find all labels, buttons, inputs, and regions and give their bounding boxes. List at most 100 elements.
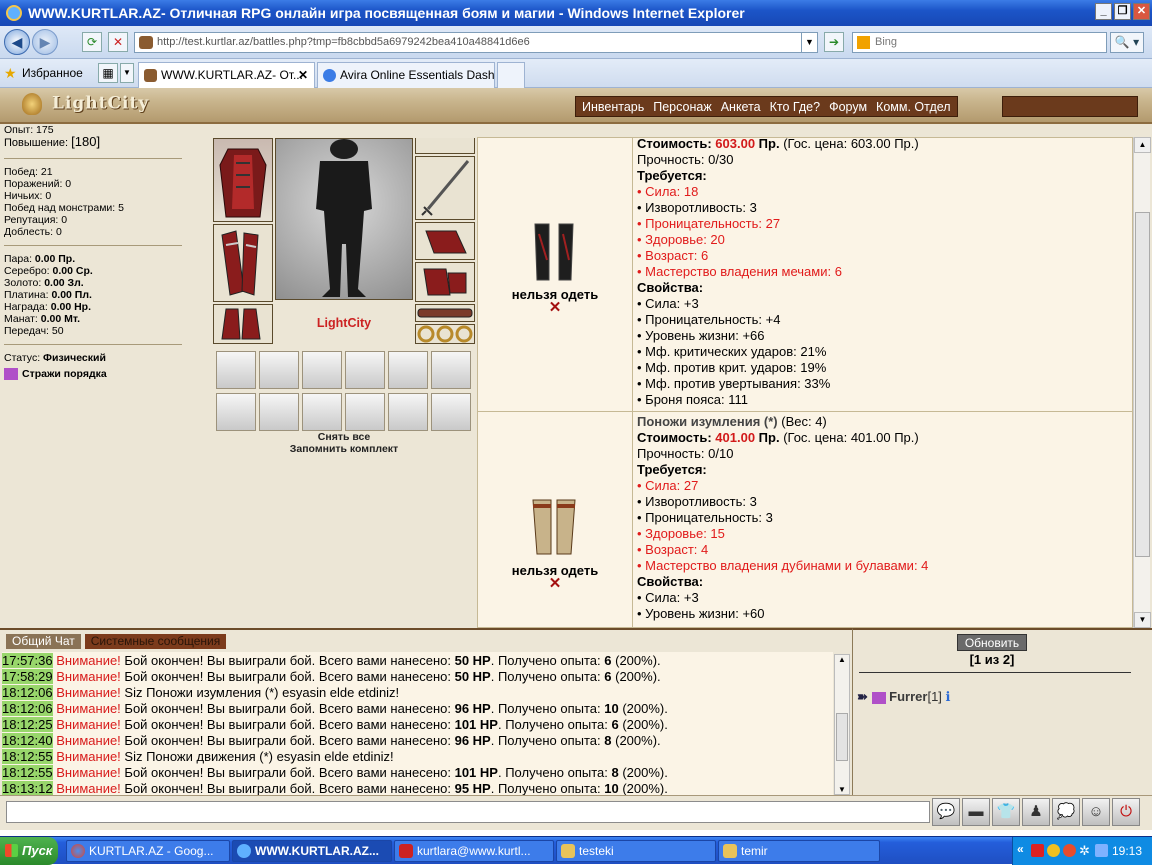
fight-icon[interactable]: ♟ — [1022, 798, 1050, 826]
empty-slot[interactable] — [388, 351, 428, 389]
scroll-up-icon[interactable]: ▲ — [1134, 137, 1151, 153]
site-favicon-icon — [139, 36, 153, 49]
start-button[interactable]: Пуск — [0, 837, 58, 865]
menu-character[interactable]: Персонаж — [653, 100, 711, 114]
search-input[interactable]: Bing — [852, 32, 1107, 53]
tray-expand-icon[interactable]: « — [1017, 842, 1024, 856]
search-button[interactable]: 🔍 ▾ — [1110, 32, 1144, 53]
whisper-icon[interactable]: ➽ — [857, 689, 868, 704]
weapon-slot[interactable] — [415, 156, 475, 220]
empty-slot[interactable] — [216, 393, 256, 431]
empty-slot[interactable] — [302, 351, 342, 389]
quick-tabs-icon[interactable]: ▦ — [98, 63, 118, 83]
chat-scrollbar[interactable]: ▲ ▼ — [834, 654, 850, 795]
minimize-button[interactable]: _ — [1095, 3, 1112, 20]
new-tab-button[interactable] — [497, 62, 525, 88]
tool-icon[interactable]: ✲ — [1079, 844, 1092, 857]
tab-general-chat[interactable]: Общий Чат — [6, 634, 81, 649]
scroll-thumb[interactable] — [836, 713, 848, 761]
maximize-button[interactable]: ❐ — [1114, 3, 1131, 20]
chat-text: . Получено опыта: — [490, 669, 601, 684]
menu-who-where[interactable]: Кто Где? — [770, 100, 820, 114]
taskbar-item[interactable]: kurtlara@www.kurtl... — [394, 840, 554, 862]
scroll-down-icon[interactable]: ▼ — [835, 785, 849, 794]
stop-icon[interactable]: ✕ — [108, 32, 128, 52]
scroll-up-icon[interactable]: ▲ — [835, 655, 849, 664]
tab-kurtlar[interactable]: WWW.KURTLAR.AZ- От... ✕ — [138, 62, 315, 88]
taskbar-item[interactable]: temir — [718, 840, 880, 862]
folder-icon — [723, 844, 737, 858]
smiley-icon[interactable]: ☺ — [1082, 798, 1110, 826]
info-icon[interactable]: ℹ — [946, 689, 951, 704]
tab-avira[interactable]: Avira Online Essentials Dash... — [317, 62, 495, 88]
close-button[interactable]: ✕ — [1133, 3, 1150, 20]
helmet-slot[interactable] — [415, 138, 475, 154]
game-logo[interactable]: LightCity — [22, 93, 149, 115]
chat-tabs: Общий Чат Системные сообщения — [6, 634, 227, 649]
empty-slot[interactable] — [388, 393, 428, 431]
media-icon[interactable] — [1063, 844, 1076, 857]
taskbar-item[interactable]: KURTLAR.AZ - Goog... — [66, 840, 230, 862]
chat-line: 18:12:06 Внимание! Бой окончен! Вы выигр… — [2, 701, 833, 717]
belt-slot[interactable] — [415, 304, 475, 322]
menu-forum[interactable]: Форум — [829, 100, 867, 114]
item-list-scrollbar[interactable]: ▲ ▼ — [1133, 137, 1151, 628]
item-cost: Стоимость: 401.00 Пр. (Гос. цена: 401.00… — [637, 430, 919, 445]
chat-text: Бой окончен! Вы выиграли бой. Всего вами… — [124, 765, 451, 780]
taskbar-item[interactable]: testeki — [556, 840, 716, 862]
divider — [4, 158, 182, 159]
favorites-button[interactable]: ★ Избранное — [4, 65, 83, 81]
empty-slot[interactable] — [259, 351, 299, 389]
forward-button[interactable]: ▶ — [32, 29, 58, 55]
refresh-button[interactable]: Обновить — [957, 634, 1027, 651]
boots-slot[interactable] — [213, 304, 273, 344]
tab-close-icon[interactable]: ✕ — [298, 63, 308, 87]
empty-slot[interactable] — [345, 393, 385, 431]
empty-slot[interactable] — [216, 351, 256, 389]
url-field[interactable]: http://test.kurtlar.az/battles.php?tmp=f… — [134, 32, 818, 53]
chrome-tray-icon[interactable] — [1047, 844, 1060, 857]
network-icon[interactable] — [1095, 844, 1108, 857]
empty-slot[interactable] — [302, 393, 342, 431]
item-prop: • Уровень жизни: +66 — [637, 328, 765, 343]
inventory-icon[interactable]: 👕 — [992, 798, 1020, 826]
menu-inventory[interactable]: Инвентарь — [582, 100, 644, 114]
refresh-icon[interactable]: ⟳ — [82, 32, 102, 52]
taskbar-item[interactable]: WWW.KURTLAR.AZ... — [232, 840, 392, 862]
empty-slot[interactable] — [431, 351, 471, 389]
empty-slot[interactable] — [259, 393, 299, 431]
unequip-all-link[interactable]: Снять все — [212, 431, 476, 443]
tab-system-messages[interactable]: Системные сообщения — [84, 634, 227, 649]
game-header: LightCity Инвентарь Персонаж Анкета Кто … — [0, 88, 1152, 124]
gloves-slot[interactable] — [415, 222, 475, 260]
antivirus-icon[interactable] — [1031, 844, 1044, 857]
go-button[interactable]: ➔ — [824, 32, 844, 52]
menu-profile[interactable]: Анкета — [721, 100, 761, 114]
url-dropdown-icon[interactable]: ▼ — [801, 33, 817, 52]
clear-icon[interactable]: ▬ — [962, 798, 990, 826]
armor-slot[interactable] — [213, 138, 273, 222]
save-set-link[interactable]: Запомнить комплект — [212, 443, 476, 455]
empty-slot[interactable] — [431, 393, 471, 431]
player-name[interactable]: Furrer — [889, 689, 927, 704]
chat-input[interactable] — [6, 801, 930, 823]
chat-line: 17:58:29 Внимание! Бой окончен! Вы выигр… — [2, 669, 833, 685]
menu-commercial[interactable]: Комм. Отдел — [876, 100, 951, 114]
chat-line: 18:13:12 Внимание! Бой окончен! Вы выигр… — [2, 781, 833, 795]
bracers-slot[interactable] — [213, 224, 273, 302]
scroll-thumb[interactable] — [1135, 212, 1150, 557]
divider — [4, 245, 182, 246]
item-name[interactable]: Поножи изумления (*) — [637, 414, 778, 429]
scroll-down-icon[interactable]: ▼ — [1134, 612, 1151, 628]
speech-icon[interactable]: 💭 — [1052, 798, 1080, 826]
empty-slot[interactable] — [345, 351, 385, 389]
gauntlets-slot[interactable] — [415, 262, 475, 302]
tab-list-icon[interactable]: ▼ — [120, 63, 134, 83]
rings-slot[interactable] — [415, 324, 475, 344]
back-button[interactable]: ◀ — [4, 29, 30, 55]
chat-bubble-icon[interactable]: 💬 — [932, 798, 960, 826]
clan-line[interactable]: Стражи порядка — [4, 368, 184, 381]
item-props-title: Свойства: — [637, 280, 704, 295]
power-icon[interactable]: ⏻ — [1112, 798, 1140, 826]
item-image-cell: нельзя одеть ✕ — [478, 138, 633, 411]
